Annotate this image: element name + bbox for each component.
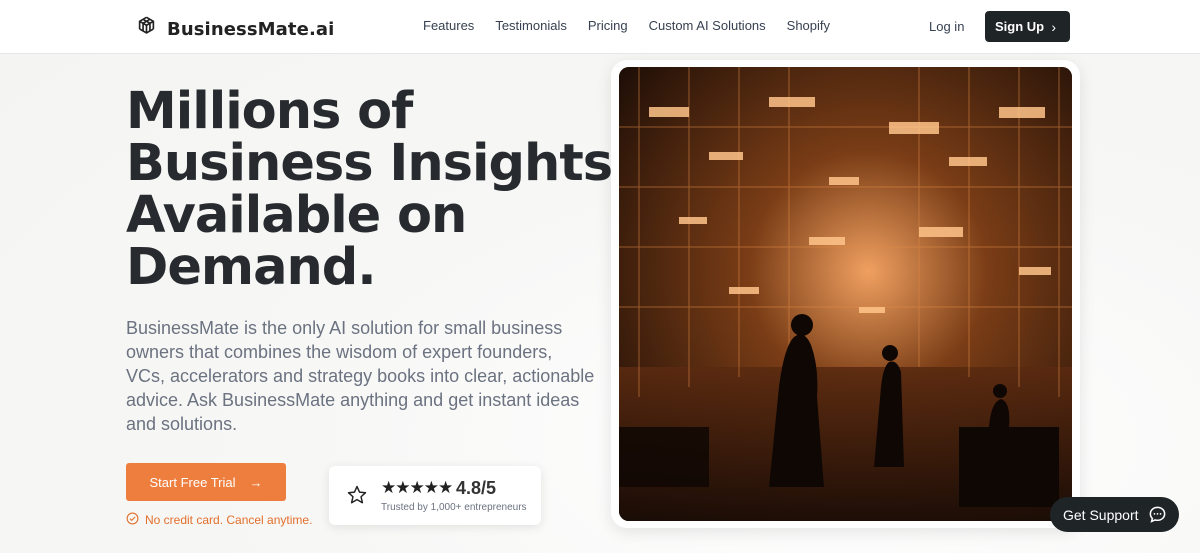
start-free-trial-button[interactable]: Start Free Trial → bbox=[126, 463, 286, 501]
get-support-button[interactable]: Get Support bbox=[1050, 497, 1179, 532]
note-text: No credit card. Cancel anytime. bbox=[145, 513, 313, 527]
hero-title-line: Millions of bbox=[126, 82, 413, 141]
nav-item-pricing[interactable]: Pricing bbox=[588, 18, 628, 33]
rating-stars: ★★★★★ bbox=[381, 478, 453, 497]
nav-item-custom-ai-solutions[interactable]: Custom AI Solutions bbox=[649, 18, 766, 33]
rating-trust-text: Trusted by 1,000+ entrepreneurs bbox=[381, 502, 527, 513]
hero-image bbox=[619, 67, 1072, 521]
support-label: Get Support bbox=[1063, 506, 1139, 523]
hero-image-card bbox=[611, 60, 1080, 528]
arrow-right-icon: → bbox=[249, 474, 263, 490]
cta-label: Start Free Trial bbox=[149, 474, 236, 490]
rating-card: ★★★★★ 4.8/5 Trusted by 1,000+ entreprene… bbox=[329, 466, 541, 525]
hero-title-line: Business Insights. bbox=[126, 134, 631, 193]
nav-item-shopify[interactable]: Shopify bbox=[787, 18, 830, 33]
chevron-right-icon: › bbox=[1051, 19, 1056, 35]
nav-item-features[interactable]: Features bbox=[423, 18, 474, 33]
top-navbar: BusinessMate.ai Features Testimonials Pr… bbox=[0, 0, 1200, 54]
no-credit-card-note: No credit card. Cancel anytime. bbox=[126, 512, 312, 528]
hero-description: BusinessMate is the only AI solution for… bbox=[126, 318, 595, 434]
brand-logo[interactable]: BusinessMate.ai bbox=[134, 14, 334, 44]
openai-knot-icon bbox=[134, 14, 159, 44]
signup-button[interactable]: Sign Up › bbox=[985, 11, 1070, 42]
hero-title: Millions of Business Insights. Available… bbox=[126, 82, 631, 297]
main-nav: Features Testimonials Pricing Custom AI … bbox=[423, 18, 851, 33]
signup-label: Sign Up bbox=[995, 19, 1045, 34]
check-circle-icon bbox=[126, 512, 145, 528]
hero-title-line: Demand. bbox=[126, 238, 377, 297]
login-link[interactable]: Log in bbox=[929, 19, 964, 34]
rating-score: 4.8/5 bbox=[456, 478, 497, 498]
hero-title-line: Available on bbox=[126, 186, 467, 245]
star-outline-icon bbox=[346, 484, 368, 506]
brand-name: BusinessMate.ai bbox=[167, 18, 335, 40]
nav-item-testimonials[interactable]: Testimonials bbox=[495, 18, 567, 33]
